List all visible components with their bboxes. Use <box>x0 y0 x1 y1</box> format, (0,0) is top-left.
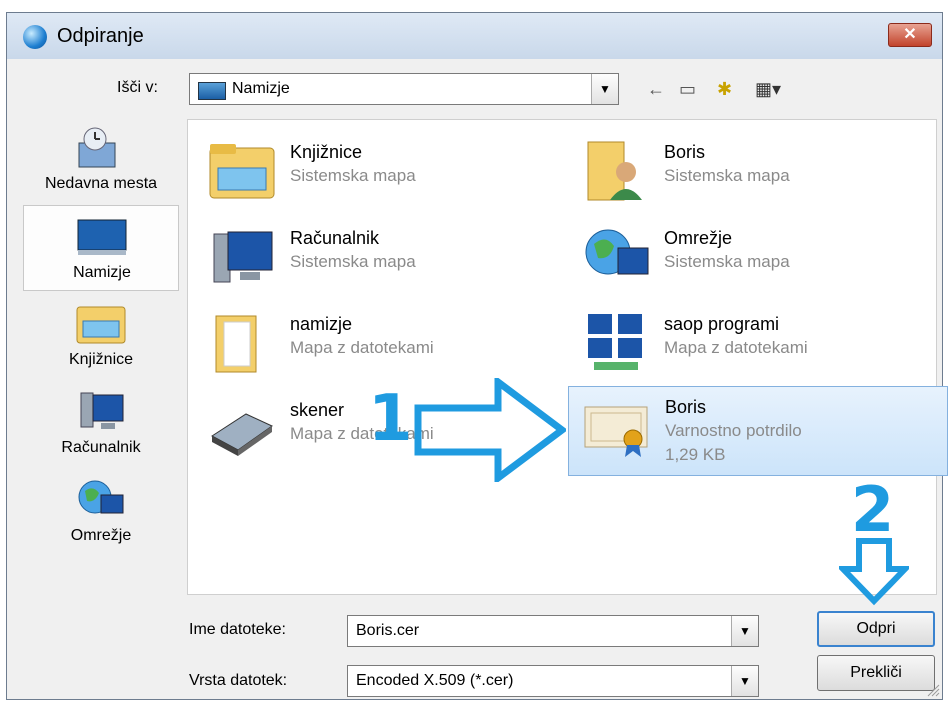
open-button[interactable]: Odpri <box>817 611 935 647</box>
globe-app-icon <box>23 25 47 49</box>
file-name: Omrežje <box>664 228 733 248</box>
file-item-computer[interactable]: Računalnik Sistemska mapa <box>194 218 574 300</box>
chevron-down-icon[interactable]: ▼ <box>731 666 758 696</box>
open-dialog: Odpiranje ✕ Išči v: Namizje ▼ ← ▭ ✱ ▦▾ N… <box>6 12 948 700</box>
file-item-certificate[interactable]: Boris Varnostno potrdilo 1,29 KB <box>568 386 948 476</box>
file-name-combo[interactable]: Boris.cer ▼ <box>347 615 759 647</box>
network-icon <box>585 229 649 275</box>
look-in-dropdown[interactable]: Namizje ▼ <box>189 73 619 105</box>
resize-grip-icon[interactable] <box>926 683 940 697</box>
file-type: Mapa z datotekami <box>664 338 808 357</box>
recent-places-icon <box>78 127 116 168</box>
folder-icon <box>215 315 257 373</box>
file-name: Knjižnice <box>290 142 363 162</box>
file-type-label: Vrsta datotek: <box>189 672 288 689</box>
place-recent[interactable]: Nedavna mesta <box>23 117 179 203</box>
place-label: Knjižnice <box>68 351 134 368</box>
file-item-libraries[interactable]: Knjižnice Sistemska mapa <box>194 132 574 214</box>
right-arrow-icon <box>414 378 566 482</box>
chevron-down-icon[interactable]: ▼ <box>591 74 618 104</box>
place-computer[interactable]: Računalnik <box>23 381 179 467</box>
place-label: Omrežje <box>70 527 132 544</box>
look-in-label: Išči v: <box>117 79 158 96</box>
place-desktop[interactable]: Namizje <box>23 205 179 291</box>
back-arrow-icon[interactable]: ← <box>647 79 665 100</box>
file-type: Sistemska mapa <box>664 166 790 185</box>
scanner-icon <box>211 413 273 456</box>
file-item-namizje[interactable]: namizje Mapa z datotekami <box>194 304 574 386</box>
look-in-value: Namizje <box>232 80 290 97</box>
place-network[interactable]: Omrežje <box>23 469 179 555</box>
places-bar: Nedavna mesta Namizje Knjižnice Računaln… <box>23 117 179 593</box>
file-name: Boris <box>665 397 707 417</box>
chevron-down-icon[interactable]: ▼ <box>731 616 758 646</box>
libraries-icon <box>76 306 126 344</box>
place-label: Nedavna mesta <box>44 175 158 192</box>
file-name: namizje <box>290 314 353 334</box>
file-type: Sistemska mapa <box>290 166 416 185</box>
close-button[interactable]: ✕ <box>888 23 932 47</box>
file-name: Boris <box>664 142 706 162</box>
desktop-icon <box>198 82 226 100</box>
certificate-icon <box>584 406 648 457</box>
new-folder-icon[interactable]: ✱ <box>717 79 732 100</box>
window-title: Odpiranje <box>57 25 144 47</box>
file-name: Računalnik <box>290 228 380 248</box>
file-list[interactable]: Knjižnice Sistemska mapa Boris Sistemska… <box>187 119 948 595</box>
cancel-button[interactable]: Prekliči <box>817 655 935 691</box>
place-libraries[interactable]: Knjižnice <box>23 293 179 379</box>
computer-icon <box>80 392 124 429</box>
view-menu-icon[interactable]: ▦▾ <box>755 79 781 100</box>
network-icon <box>78 480 124 514</box>
up-folder-icon[interactable]: ▭ <box>679 79 696 100</box>
file-name-value: Boris.cer <box>356 622 420 639</box>
file-type-value: Encoded X.509 (*.cer) <box>356 672 514 689</box>
file-size: 1,29 KB <box>665 445 726 464</box>
file-name-label: Ime datoteke: <box>189 621 286 638</box>
file-item-network[interactable]: Omrežje Sistemska mapa <box>568 218 948 300</box>
file-item-saop-programi[interactable]: saop programi Mapa z datotekami <box>568 304 948 386</box>
down-arrow-icon <box>839 538 909 606</box>
file-type: Mapa z datotekami <box>290 338 434 357</box>
annotation-step-1: 1 <box>368 382 413 456</box>
file-name: saop programi <box>664 314 780 334</box>
desktop-icon <box>77 219 127 255</box>
file-type: Varnostno potrdilo <box>665 421 802 440</box>
file-type: Sistemska mapa <box>664 252 790 271</box>
computer-icon <box>213 231 273 283</box>
libraries-folder-icon <box>209 144 275 199</box>
user-folder-icon <box>587 141 642 201</box>
file-type: Sistemska mapa <box>290 252 416 271</box>
file-type-combo[interactable]: Encoded X.509 (*.cer) ▼ <box>347 665 759 697</box>
file-item-user-boris[interactable]: Boris Sistemska mapa <box>568 132 948 214</box>
place-label: Namizje <box>73 264 131 281</box>
file-name: skener <box>290 400 345 420</box>
programs-folder-icon <box>588 314 642 370</box>
place-label: Računalnik <box>61 439 141 456</box>
annotation-step-2: 2 <box>851 473 895 546</box>
title-bar: Odpiranje ✕ <box>7 13 942 59</box>
